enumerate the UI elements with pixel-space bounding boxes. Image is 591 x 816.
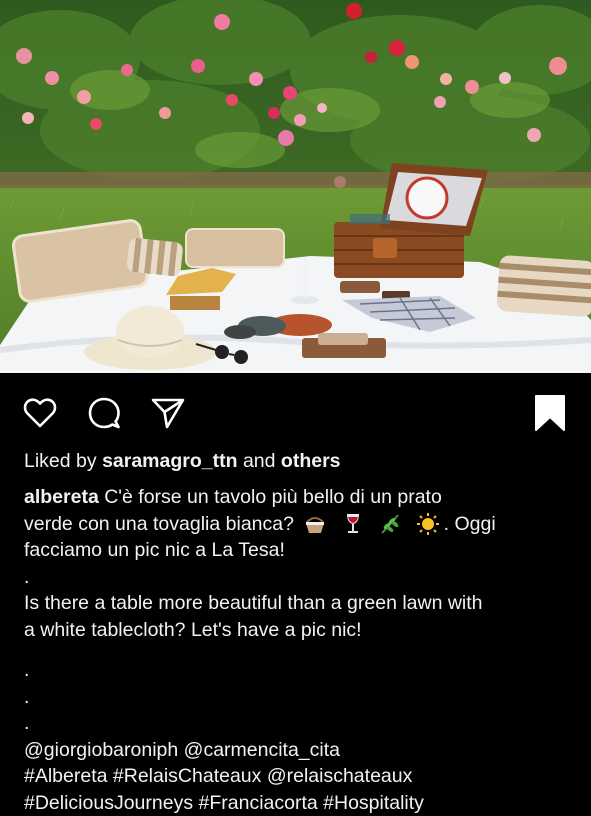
caption-text-it-2: verde con una tovaglia bianca?: [24, 513, 294, 535]
share-button[interactable]: [148, 393, 188, 433]
caption-dot: .: [24, 564, 572, 591]
caption-spacer: [24, 643, 572, 657]
post-photo[interactable]: [0, 0, 591, 373]
post-caption: albereta C'è forse un tavolo più bello d…: [24, 484, 572, 816]
caption-text-en-2: a white tablecloth? Let's have a pic nic…: [24, 617, 572, 644]
bookmark-filled-icon: [534, 394, 566, 432]
caption-username[interactable]: albereta: [24, 486, 99, 508]
caption-hashtags-2[interactable]: #DeliciousJourneys #Franciacorta #Hospit…: [24, 790, 572, 816]
caption-line: albereta C'è forse un tavolo più bello d…: [24, 484, 572, 511]
caption-text-it-3: facciamo un pic nic a La Tesa!: [24, 539, 285, 561]
caption-line: facciamo un pic nic a La Tesa!: [24, 537, 572, 564]
comment-bubble-icon: [87, 396, 121, 430]
caption-text-it-1: C'è forse un tavolo più bello di un prat…: [104, 486, 442, 508]
wine-glass-emoji-icon: [341, 513, 365, 535]
caption-dot: .: [24, 657, 572, 684]
likes-summary: Liked by saramagro_ttn and others: [24, 450, 341, 473]
likes-conjunction: and: [243, 450, 276, 472]
save-button[interactable]: [530, 393, 570, 433]
herb-emoji-icon: [378, 513, 402, 535]
caption-line: verde con una tovaglia bianca?: [24, 511, 572, 538]
sun-emoji-icon: [416, 513, 440, 535]
caption-dot: .: [24, 710, 572, 737]
likes-prefix: Liked by: [24, 450, 97, 472]
caption-text-it-2-end: . Oggi: [444, 513, 496, 535]
comment-button[interactable]: [84, 393, 124, 433]
like-button[interactable]: [20, 393, 60, 433]
heart-outline-icon: [23, 397, 57, 429]
caption-dot: .: [24, 684, 572, 711]
caption-text-en-1: Is there a table more beautiful than a g…: [24, 590, 572, 617]
caption-hashtags-1[interactable]: #Albereta #RelaisChateaux @relaischateau…: [24, 763, 572, 790]
basket-emoji-icon: [303, 513, 327, 535]
liked-by-username[interactable]: saramagro_ttn: [102, 450, 237, 472]
likes-others-link[interactable]: others: [281, 450, 341, 472]
picnic-photo: [0, 0, 591, 373]
caption-mentions[interactable]: @giorgiobaroniph @carmencita_cita: [24, 737, 572, 764]
action-bar: [0, 373, 591, 449]
paper-plane-icon: [150, 396, 186, 430]
